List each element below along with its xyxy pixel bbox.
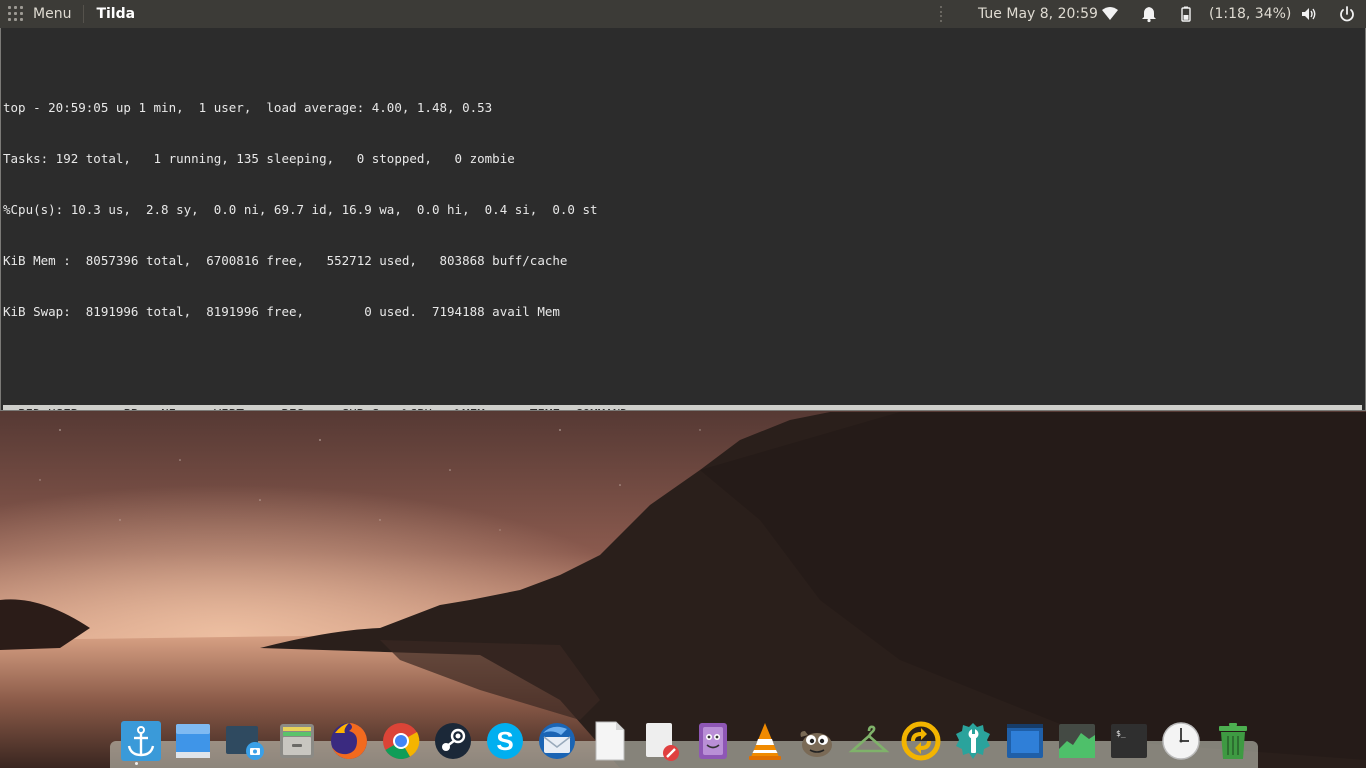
volume-icon[interactable] xyxy=(1300,5,1318,23)
column-header: VIRT xyxy=(184,406,244,410)
column-header: PR xyxy=(116,406,138,410)
file-manager-icon xyxy=(280,724,314,758)
menu-grid-icon xyxy=(8,6,24,22)
column-header: USER xyxy=(48,406,108,410)
column-header: COMMAND xyxy=(575,406,695,410)
system-monitor-icon xyxy=(1059,724,1095,758)
dock-item-clock[interactable] xyxy=(1155,718,1207,764)
clock-icon xyxy=(1162,722,1200,760)
dock-item-anchor[interactable] xyxy=(115,718,167,764)
menu-label: Menu xyxy=(33,6,72,22)
summary-tasks-line: Tasks: 192 total, 1 running, 135 sleepin… xyxy=(3,151,515,166)
svg-text:$_: $_ xyxy=(1116,729,1126,738)
dock-item-screenshot[interactable] xyxy=(219,718,271,764)
active-app-title[interactable]: Tilda xyxy=(96,6,135,22)
dock-item-terminal[interactable]: $_ xyxy=(1103,718,1155,764)
summary-mem-line: KiB Mem : 8057396 total, 6700816 free, 5… xyxy=(3,253,568,268)
column-header: PID xyxy=(3,406,41,410)
column-header: %CPU xyxy=(387,406,432,410)
dock-item-gimp[interactable] xyxy=(791,718,843,764)
column-header: SHR xyxy=(312,406,365,410)
desktop-icon xyxy=(176,724,210,758)
screenshot-icon xyxy=(226,726,264,760)
dock-item-system-monitor[interactable] xyxy=(1051,718,1103,764)
dock-item-skype[interactable]: S xyxy=(479,718,531,764)
dock-item-steam[interactable] xyxy=(427,718,479,764)
plank-dock: S $_ xyxy=(115,718,1259,764)
column-header: RES xyxy=(251,406,305,410)
column-header: %MEM xyxy=(440,406,485,410)
dock-item-face[interactable] xyxy=(687,718,739,764)
dock-item-document[interactable] xyxy=(583,718,635,764)
summary-uptime-line: top - 20:59:05 up 1 min, 1 user, load av… xyxy=(3,100,493,115)
dock-item-thunderbird[interactable] xyxy=(531,718,583,764)
dock-item-chrome[interactable] xyxy=(375,718,427,764)
column-header: NI xyxy=(146,406,176,410)
text-document-icon xyxy=(595,721,625,761)
panel-drag-handle-icon[interactable] xyxy=(940,6,944,22)
top-summary: top - 20:59:05 up 1 min, 1 user, load av… xyxy=(1,62,1365,354)
vlc-icon xyxy=(749,723,781,760)
chrome-icon xyxy=(383,723,420,760)
panel-separator xyxy=(83,5,85,23)
process-table-header: PID USER PR NI VIRT RES SHR S %CPU %MEM … xyxy=(3,405,1362,410)
dock-item-sync[interactable] xyxy=(895,718,947,764)
terminal-icon: $_ xyxy=(1111,724,1147,758)
dock-item-hanger[interactable] xyxy=(843,718,895,764)
power-icon[interactable] xyxy=(1338,5,1356,23)
skype-icon: S xyxy=(487,723,523,759)
summary-cpu-line: %Cpu(s): 10.3 us, 2.8 sy, 0.0 ni, 69.7 i… xyxy=(3,202,598,217)
battery-icon[interactable] xyxy=(1177,5,1195,23)
steam-icon xyxy=(435,723,471,759)
tilda-terminal[interactable]: top - 20:59:05 up 1 min, 1 user, load av… xyxy=(0,28,1366,411)
dock-item-workspace[interactable] xyxy=(999,718,1051,764)
dock-item-settings[interactable] xyxy=(947,718,999,764)
dock-running-indicator xyxy=(135,762,138,765)
settings-wrench-icon xyxy=(956,723,990,759)
summary-swap-line: KiB Swap: 8191996 total, 8191996 free, 0… xyxy=(3,304,560,319)
dock-item-text-editor[interactable] xyxy=(635,718,687,764)
top-panel: Menu Tilda Tue May 8, 20:59 (1:18, 34%) xyxy=(0,0,1366,28)
sync-icon xyxy=(901,721,941,761)
anchor-icon xyxy=(121,721,161,761)
dock-item-trash[interactable] xyxy=(1207,718,1259,764)
trash-icon xyxy=(1219,723,1247,759)
battery-status-text[interactable]: (1:18, 34%) xyxy=(1209,6,1291,22)
hanger-icon xyxy=(848,725,890,753)
panel-clock[interactable]: Tue May 8, 20:59 xyxy=(978,6,1098,22)
dock-item-desktop[interactable] xyxy=(167,718,219,764)
column-header: S xyxy=(372,406,380,410)
dock-item-vlc[interactable] xyxy=(739,718,791,764)
menu-button[interactable]: Menu xyxy=(0,0,81,28)
column-header: TIME+ xyxy=(492,406,568,410)
notification-bell-icon[interactable] xyxy=(1140,5,1158,23)
gimp-icon xyxy=(800,731,832,757)
wifi-icon[interactable] xyxy=(1101,5,1119,23)
text-editor-icon xyxy=(646,723,679,761)
workspace-icon xyxy=(1007,724,1043,758)
dock-item-file-manager[interactable] xyxy=(271,718,323,764)
face-icon xyxy=(699,723,727,759)
thunderbird-icon xyxy=(539,723,575,759)
firefox-icon xyxy=(331,723,367,759)
dock-item-firefox[interactable] xyxy=(323,718,375,764)
svg-text:S: S xyxy=(496,726,513,756)
